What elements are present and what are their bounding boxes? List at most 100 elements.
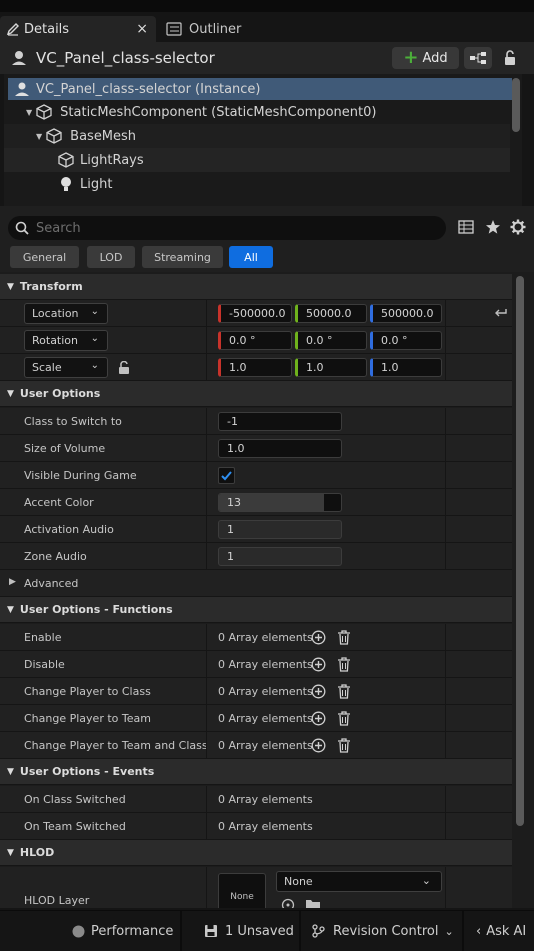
location-dropdown[interactable]: Location ⌄ <box>24 303 108 324</box>
properties-scrollbar[interactable] <box>512 272 534 908</box>
rotation-x-field[interactable]: 0.0 ° <box>218 331 292 350</box>
trash-icon[interactable] <box>337 738 351 753</box>
rotation-z-field[interactable]: 0.0 ° <box>370 331 442 350</box>
add-element-icon[interactable] <box>311 738 326 753</box>
section-transform[interactable]: ▼ Transform <box>0 274 512 300</box>
filter-streaming-button[interactable]: Streaming <box>142 246 223 268</box>
advanced-row[interactable]: ▶ Advanced <box>0 570 512 597</box>
accent-color-slider[interactable]: 13 <box>218 493 342 512</box>
add-element-icon[interactable] <box>311 657 326 672</box>
performance-button[interactable]: Performance <box>72 911 173 951</box>
section-title: User Options <box>19 387 101 400</box>
location-z-field[interactable]: 500000.0 <box>370 304 442 323</box>
function-row-enable: Enable 0 Array elements <box>0 624 512 651</box>
tree-scrollbar[interactable] <box>512 78 520 132</box>
status-divider <box>299 911 301 951</box>
location-row: Location ⌄ -500000.0 50000.0 500000.0 <box>0 300 512 327</box>
scrollbar-thumb[interactable] <box>516 276 524 826</box>
zone-audio-field[interactable]: 1 <box>218 547 342 566</box>
tab-outliner[interactable]: Outliner <box>166 16 241 42</box>
section-title: User Options - Events <box>19 765 155 778</box>
save-icon <box>204 924 218 938</box>
class-to-switch-field[interactable]: -1 <box>218 412 342 431</box>
column-divider <box>206 435 207 462</box>
trash-icon[interactable] <box>337 630 351 645</box>
scale-x-value: 1.0 <box>229 361 247 374</box>
trash-icon[interactable] <box>337 711 351 726</box>
collapse-arrow-icon: ▼ <box>7 847 14 858</box>
tree-item-root[interactable]: VC_Panel_class-selector (Instance) <box>8 78 512 100</box>
chevron-down-icon: ⌄ <box>90 360 99 371</box>
tree-item-basemesh[interactable]: ▼ BaseMesh <box>4 124 510 148</box>
ask-ai-button[interactable]: ‹ Ask AI <box>476 911 526 951</box>
activation-audio-field[interactable]: 1 <box>218 520 342 539</box>
hlod-layer-label: HLOD Layer <box>24 894 90 907</box>
rotation-z-value: 0.0 ° <box>381 334 408 347</box>
function-label: Change Player to Class <box>24 685 151 698</box>
location-y-field[interactable]: 50000.0 <box>295 304 367 323</box>
section-title: User Options - Functions <box>19 603 173 616</box>
scale-lock-icon[interactable] <box>118 361 130 375</box>
cube-icon <box>58 152 74 168</box>
rotation-dropdown[interactable]: Rotation ⌄ <box>24 330 108 351</box>
section-user-options-functions[interactable]: ▼ User Options - Functions <box>0 597 512 623</box>
tree-item-lightrays[interactable]: LightRays <box>4 148 510 172</box>
add-component-button[interactable]: + Add <box>392 47 459 69</box>
tree-item-staticmeshcomponent[interactable]: ▼ StaticMeshComponent (StaticMeshCompone… <box>4 100 510 124</box>
rotation-label: Rotation <box>32 334 79 347</box>
reset-arrow-icon[interactable] <box>494 307 508 319</box>
scale-y-field[interactable]: 1.0 <box>295 358 367 377</box>
browse-icon[interactable] <box>281 898 295 908</box>
section-user-options[interactable]: ▼ User Options <box>0 381 512 407</box>
gear-icon[interactable] <box>510 219 526 235</box>
expand-arrow-icon[interactable]: ▼ <box>36 132 42 141</box>
visible-during-game-checkbox[interactable] <box>218 467 235 484</box>
hlod-layer-thumbnail[interactable]: None <box>218 873 266 908</box>
unsaved-label: 1 Unsaved <box>225 923 294 939</box>
column-divider <box>445 867 446 908</box>
column-divider <box>206 543 207 570</box>
close-icon[interactable]: × <box>136 21 148 37</box>
filter-general-button[interactable]: General <box>10 246 79 268</box>
array-count: 0 Array elements <box>218 739 313 752</box>
filter-all-button[interactable]: All <box>229 246 273 268</box>
collapse-arrow-icon: ▼ <box>7 388 14 399</box>
tree-item-light[interactable]: Light <box>4 172 510 196</box>
hlod-layer-dropdown[interactable]: None ⌄ <box>276 871 442 892</box>
table-view-icon[interactable] <box>458 220 474 234</box>
section-user-options-events[interactable]: ▼ User Options - Events <box>0 759 512 785</box>
scale-z-field[interactable]: 1.0 <box>370 358 442 377</box>
blueprint-button[interactable] <box>464 47 492 69</box>
tab-details[interactable]: Details × <box>0 16 156 42</box>
size-of-volume-field[interactable]: 1.0 <box>218 439 342 458</box>
column-divider <box>206 624 207 651</box>
star-icon[interactable] <box>485 219 501 235</box>
column-divider <box>445 678 446 705</box>
location-x-field[interactable]: -500000.0 <box>218 304 292 323</box>
actor-icon <box>14 81 30 97</box>
search-input[interactable]: Search <box>8 216 446 240</box>
filter-lod-button[interactable]: LOD <box>87 246 135 268</box>
unsaved-button[interactable]: 1 Unsaved <box>204 911 294 951</box>
event-row-on-class-switched: On Class Switched 0 Array elements <box>0 786 512 813</box>
size-of-volume-value: 1.0 <box>227 442 245 455</box>
actor-title: VC_Panel_class-selector <box>36 49 215 67</box>
location-y-value: 50000.0 <box>306 307 352 320</box>
revision-control-button[interactable]: Revision Control ⌄ <box>311 911 454 951</box>
rotation-y-field[interactable]: 0.0 ° <box>295 331 367 350</box>
scale-dropdown[interactable]: Scale ⌄ <box>24 357 108 378</box>
add-element-icon[interactable] <box>311 630 326 645</box>
hlod-layer-row: HLOD Layer None None ⌄ <box>0 867 512 908</box>
column-divider <box>445 624 446 651</box>
add-element-icon[interactable] <box>311 684 326 699</box>
add-element-icon[interactable] <box>311 711 326 726</box>
performance-icon <box>72 925 85 938</box>
folder-icon[interactable] <box>305 898 321 908</box>
expand-arrow-icon[interactable]: ▼ <box>26 108 32 117</box>
bulb-icon <box>60 176 72 192</box>
trash-icon[interactable] <box>337 657 351 672</box>
trash-icon[interactable] <box>337 684 351 699</box>
scale-x-field[interactable]: 1.0 <box>218 358 292 377</box>
section-hlod[interactable]: ▼ HLOD <box>0 840 512 866</box>
lock-icon[interactable] <box>503 50 517 66</box>
